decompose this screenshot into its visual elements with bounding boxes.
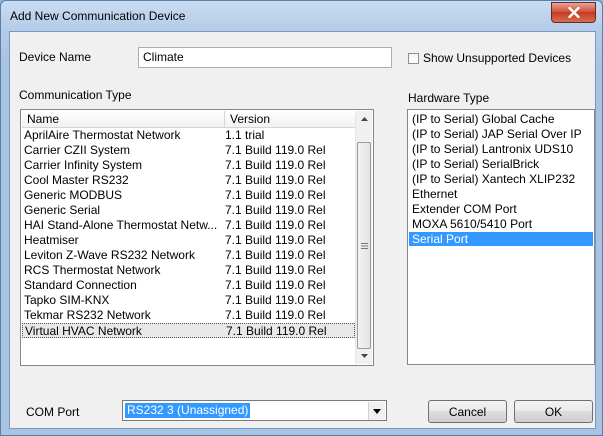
row-name: Carrier Infinity System [24,158,143,172]
list-item[interactable]: Ethernet [409,187,593,201]
row-name: AprilAire Thermostat Network [24,128,181,142]
row-name: Heatmiser [24,233,79,247]
row-version: 1.1 trial [225,128,265,142]
row-version: 7.1 Build 119.0 Rel [225,263,326,277]
table-row[interactable]: HAI Stand-Alone Thermostat Netw... 7.1 Bu… [22,218,355,233]
device-name-label: Device Name [19,50,92,64]
row-version: 7.1 Build 119.0 Rel [225,203,326,217]
table-row[interactable]: Generic Serial 7.1 Build 119.0 Rel [22,203,355,218]
grip-icon [360,242,368,249]
row-version: 7.1 Build 119.0 Rel [225,248,326,262]
scroll-up-button[interactable] [356,111,372,127]
show-unsupported-checkbox[interactable] [408,53,419,64]
table-row[interactable]: RCS Thermostat Network 7.1 Build 119.0 Re… [22,263,355,278]
row-version: 7.1 Build 119.0 Rel [225,173,326,187]
list-item[interactable]: Extender COM Port [409,202,593,216]
dialog-body: Device Name Climate Show Unsupported Dev… [9,31,596,429]
close-icon [567,7,580,18]
com-port-label: COM Port [26,405,80,419]
row-version: 7.1 Build 119.0 Rel [226,324,327,338]
list-header: Name Version [22,111,358,128]
hardware-type-label: Hardware Type [408,91,490,105]
com-port-select[interactable]: RS232 3 (Unassigned) [122,400,387,421]
window-title: Add New Communication Device [10,9,186,23]
table-row[interactable]: Leviton Z-Wave RS232 Network 7.1 Build 11… [22,248,355,263]
list-item[interactable]: Serial Port [409,232,593,246]
row-name: Tekmar RS232 Network [24,308,151,322]
row-version: 7.1 Build 119.0 Rel [225,188,326,202]
row-name: Carrier CZII System [24,143,131,157]
column-header-version[interactable]: Version [225,111,358,127]
show-unsupported-label: Show Unsupported Devices [423,51,572,65]
dialog-window: Add New Communication Device Device Name… [0,0,603,436]
scroll-down-button[interactable] [356,348,372,364]
ok-button[interactable]: OK [514,400,593,423]
list-item[interactable]: MOXA 5610/5410 Port [409,217,593,231]
communication-type-label: Communication Type [19,88,132,102]
table-row[interactable]: Generic MODBUS 7.1 Build 119.0 Rel [22,188,355,203]
row-version: 7.1 Build 119.0 Rel [225,293,326,307]
row-version: 7.1 Build 119.0 Rel [225,143,326,157]
row-version: 7.1 Build 119.0 Rel [225,233,326,247]
list-item[interactable]: (IP to Serial) Lantronix UDS10 [409,142,593,156]
arrow-down-icon [360,354,368,358]
table-row[interactable]: Tekmar RS232 Network 7.1 Build 119.0 Rel [22,308,355,323]
com-port-value: RS232 3 (Unassigned) [125,403,251,418]
arrow-up-icon [360,117,368,121]
close-button[interactable] [551,2,596,23]
list-item[interactable]: (IP to Serial) Global Cache [409,112,593,126]
row-name: Leviton Z-Wave RS232 Network [24,248,195,262]
cancel-button[interactable]: Cancel [428,400,507,423]
row-name: Generic MODBUS [24,188,123,202]
list-scrollbar[interactable] [355,111,372,364]
com-port-dropdown-button[interactable] [368,402,385,420]
table-row[interactable]: Virtual HVAC Network 7.1 Build 119.0 Rel [22,323,355,338]
list-item[interactable]: (IP to Serial) JAP Serial Over IP [409,127,593,141]
device-name-value: Climate [143,50,184,64]
row-version: 7.1 Build 119.0 Rel [225,218,326,232]
row-name: Tapko SIM-KNX [24,293,110,307]
table-row[interactable]: Carrier CZII System 7.1 Build 119.0 Rel [22,143,355,158]
table-row[interactable]: Cool Master RS232 7.1 Build 119.0 Rel [22,173,355,188]
table-row[interactable]: Tapko SIM-KNX 7.1 Build 119.0 Rel [22,293,355,308]
table-row[interactable]: Standard Connection 7.1 Build 119.0 Rel [22,278,355,293]
row-name: Standard Connection [24,278,137,292]
communication-type-list[interactable]: Name Version AprilAire Thermostat Networ… [20,109,374,366]
table-row[interactable]: AprilAire Thermostat Network 1.1 trial [22,128,355,143]
row-version: 7.1 Build 119.0 Rel [225,278,326,292]
row-version: 7.1 Build 119.0 Rel [225,158,326,172]
scroll-thumb[interactable] [357,142,371,349]
list-item[interactable]: (IP to Serial) Xantech XLIP232 [409,172,593,186]
row-name: RCS Thermostat Network [24,263,161,277]
chevron-down-icon [373,408,381,414]
row-version: 7.1 Build 119.0 Rel [225,308,326,322]
title-bar[interactable]: Add New Communication Device [1,1,602,31]
row-name: Cool Master RS232 [24,173,129,187]
table-row[interactable]: Carrier Infinity System 7.1 Build 119.0 R… [22,158,355,173]
row-name: HAI Stand-Alone Thermostat Netw... [24,218,218,232]
row-name: Generic Serial [24,203,101,217]
list-item[interactable]: (IP to Serial) SerialBrick [409,157,593,171]
column-header-name[interactable]: Name [22,111,225,127]
hardware-type-list[interactable]: (IP to Serial) Global Cache (IP to Serial… [407,109,595,365]
device-name-input[interactable]: Climate [138,47,392,68]
row-name: Virtual HVAC Network [25,324,142,338]
table-row[interactable]: Heatmiser 7.1 Build 119.0 Rel [22,233,355,248]
